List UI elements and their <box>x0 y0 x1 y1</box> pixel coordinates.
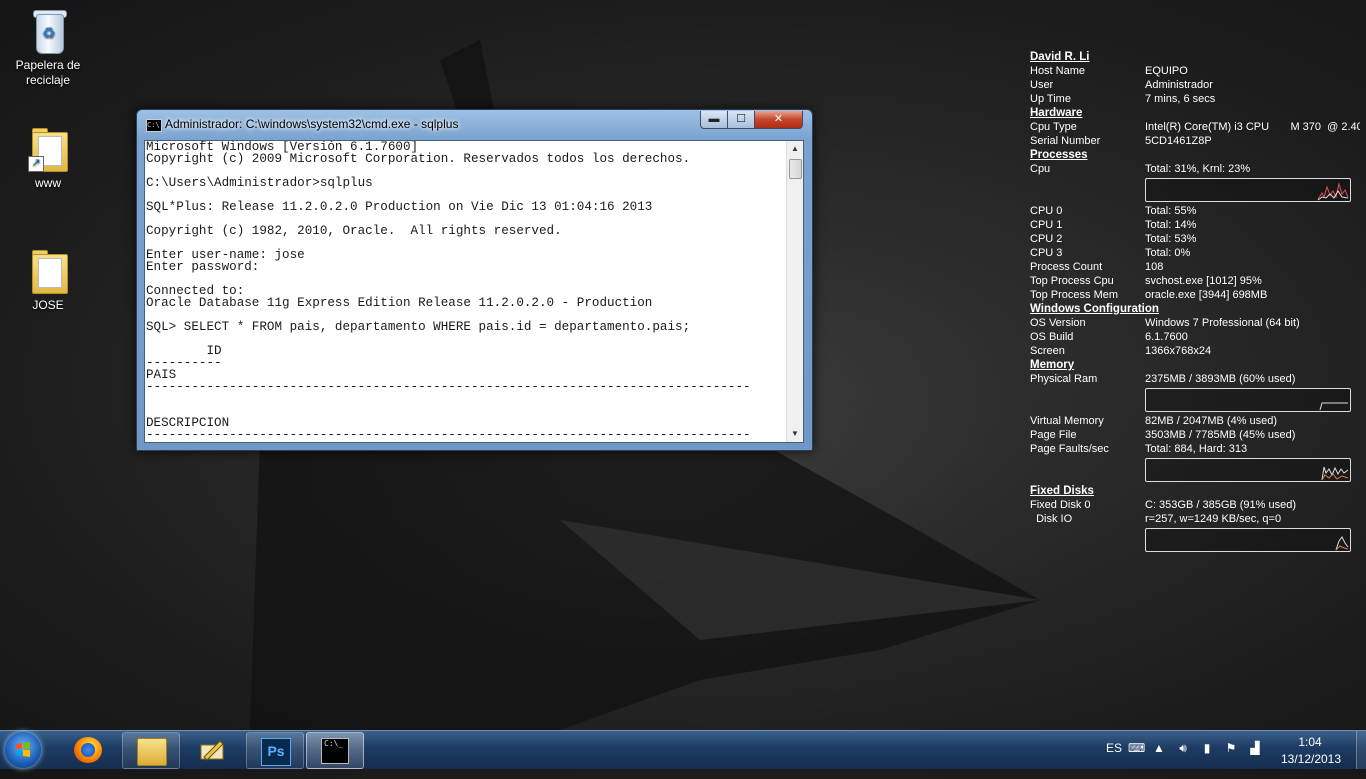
info-row: CPU 1 Total: 14% <box>1030 219 1197 231</box>
scroll-down-icon[interactable]: ▼ <box>787 426 803 442</box>
taskbar-photoshop[interactable]: Ps <box>246 732 304 769</box>
memory-graph <box>1145 388 1351 412</box>
console-line: ID <box>146 344 222 358</box>
editor-icon <box>200 740 224 761</box>
info-row: CPU 3 Total: 0% <box>1030 247 1191 259</box>
section-heading-memory: Memory <box>1030 359 1075 371</box>
language-indicator[interactable]: ES <box>1106 741 1122 779</box>
console-output: Microsoft Windows [Versión 6.1.7600] Copy… <box>146 141 786 441</box>
power-icon[interactable]: ▮ <box>1200 741 1214 755</box>
folder-shortcut-icon: ↗ <box>28 126 68 172</box>
desktop-icon-recycle-bin[interactable]: ♻ Papelera de reciclaje <box>8 8 88 88</box>
firefox-icon <box>74 737 102 763</box>
info-row: Up Time 7 mins, 6 secs <box>1030 93 1216 105</box>
console-line: SQL> SELECT * FROM pais, departamento WH… <box>146 320 691 334</box>
info-row: Process Count 108 <box>1030 261 1164 273</box>
disk-io-graph <box>1145 528 1351 552</box>
show-desktop-button[interactable] <box>1356 731 1366 769</box>
console-line: C:\Users\Administrador>sqlplus <box>146 176 373 190</box>
section-heading-hardware: Hardware <box>1030 107 1083 119</box>
section-heading-windows: Windows Configuration <box>1030 303 1159 315</box>
taskbar-explorer[interactable] <box>122 732 180 769</box>
maximize-button[interactable]: ☐ <box>727 111 755 129</box>
start-button[interactable] <box>5 732 41 768</box>
window-title: Administrador: C:\windows\system32\cmd.e… <box>165 117 459 131</box>
info-row: Top Process Cpu svchost.exe [1012] 95% <box>1030 275 1262 287</box>
show-hidden-icons-icon[interactable]: ▲ <box>1152 741 1166 755</box>
desktop-icon-www[interactable]: ↗ www <box>8 126 88 191</box>
info-row: Cpu Type Intel(R) Core(TM) i3 CPU M 370 … <box>1030 121 1360 133</box>
clock-date[interactable]: 13/12/2013 <box>1278 752 1344 766</box>
console-line: ----------------------------------------… <box>146 380 751 394</box>
action-center-flag-icon[interactable]: ⚑ <box>1224 741 1238 755</box>
taskbar-editor[interactable] <box>184 732 240 767</box>
console-line: Copyright (c) 2009 Microsoft Corporation… <box>146 152 691 166</box>
desktop-icon-label: www <box>35 176 61 190</box>
explorer-icon <box>137 738 167 766</box>
close-button[interactable]: ✕ <box>754 111 803 129</box>
desktop-icon-label: Papelera de reciclaje <box>15 58 81 87</box>
taskbar-firefox[interactable] <box>60 732 116 767</box>
recycle-bin-icon: ♻ <box>28 8 68 54</box>
windows-logo-icon <box>16 742 30 757</box>
info-row: Top Process Mem oracle.exe [3944] 698MB <box>1030 289 1268 301</box>
minimize-button[interactable]: ▬ <box>700 111 728 129</box>
console-line: Enter password: <box>146 260 260 274</box>
info-row: Disk IO r=257, w=1249 KB/sec, q=0 <box>1030 513 1282 525</box>
cpu-graph <box>1145 178 1351 202</box>
console-line: ----------------------------------------… <box>146 428 751 442</box>
info-row: Physical Ram 2375MB / 3893MB (60% used) <box>1030 373 1296 385</box>
taskbar-cmd[interactable]: C:\_ <box>306 732 364 769</box>
user-heading: David R. Li <box>1030 51 1090 63</box>
info-row: Serial Number 5CD1461Z8P <box>1030 135 1212 147</box>
keyboard-icon[interactable]: ⌨ <box>1128 741 1145 755</box>
cmd-window[interactable]: C:\ Administrador: C:\windows\system32\c… <box>136 109 813 451</box>
section-heading-disks: Fixed Disks <box>1030 485 1094 497</box>
taskbar: Ps C:\_ ES ⌨ ▲ 🔊︎ ▮ ⚑ ▟ 1:04 13/12/2013 <box>0 730 1366 769</box>
info-row: User Administrador <box>1030 79 1213 91</box>
info-row: Virtual Memory 82MB / 2047MB (4% used) <box>1030 415 1278 427</box>
page-faults-graph <box>1145 458 1351 482</box>
scroll-up-icon[interactable]: ▲ <box>787 141 803 157</box>
info-row: CPU 0 Total: 55% <box>1030 205 1197 217</box>
desktop-icon-label: JOSE <box>32 298 64 312</box>
info-row: CPU 2 Total: 53% <box>1030 233 1197 245</box>
console-area[interactable]: Microsoft Windows [Versión 6.1.7600] Copy… <box>144 140 804 443</box>
photoshop-icon: Ps <box>261 738 291 766</box>
console-line: Oracle Database 11g Express Edition Rele… <box>146 296 653 310</box>
clock-time[interactable]: 1:04 <box>1292 735 1328 749</box>
cmd-icon: C:\_ <box>321 738 349 764</box>
network-icon[interactable]: ▟ <box>1248 741 1262 755</box>
section-heading-processes: Processes <box>1030 149 1088 161</box>
desktop-icon-jose[interactable]: JOSE <box>8 248 88 313</box>
scroll-thumb[interactable] <box>789 159 802 179</box>
info-row: OS Version Windows 7 Professional (64 bi… <box>1030 317 1300 329</box>
volume-icon[interactable]: 🔊︎ <box>1176 741 1190 755</box>
info-row: Screen 1366x768x24 <box>1030 345 1212 357</box>
console-line: Copyright (c) 1982, 2010, Oracle. All ri… <box>146 224 562 238</box>
info-row: Cpu Total: 31%, Krnl: 23% <box>1030 163 1251 175</box>
cmd-system-icon[interactable]: C:\ <box>146 119 162 132</box>
info-row: Host Name EQUIPO <box>1030 65 1188 77</box>
console-line: SQL*Plus: Release 11.2.0.2.0 Production … <box>146 200 653 214</box>
folder-icon <box>28 248 68 294</box>
info-row: OS Build 6.1.7600 <box>1030 331 1188 343</box>
info-row: Page File 3503MB / 7785MB (45% used) <box>1030 429 1296 441</box>
console-line: ---------- <box>146 356 222 370</box>
info-row: Fixed Disk 0 C: 353GB / 385GB (91% used) <box>1030 499 1297 511</box>
vertical-scrollbar[interactable]: ▲ ▼ <box>786 141 803 442</box>
info-row: Page Faults/sec Total: 884, Hard: 313 <box>1030 443 1248 455</box>
